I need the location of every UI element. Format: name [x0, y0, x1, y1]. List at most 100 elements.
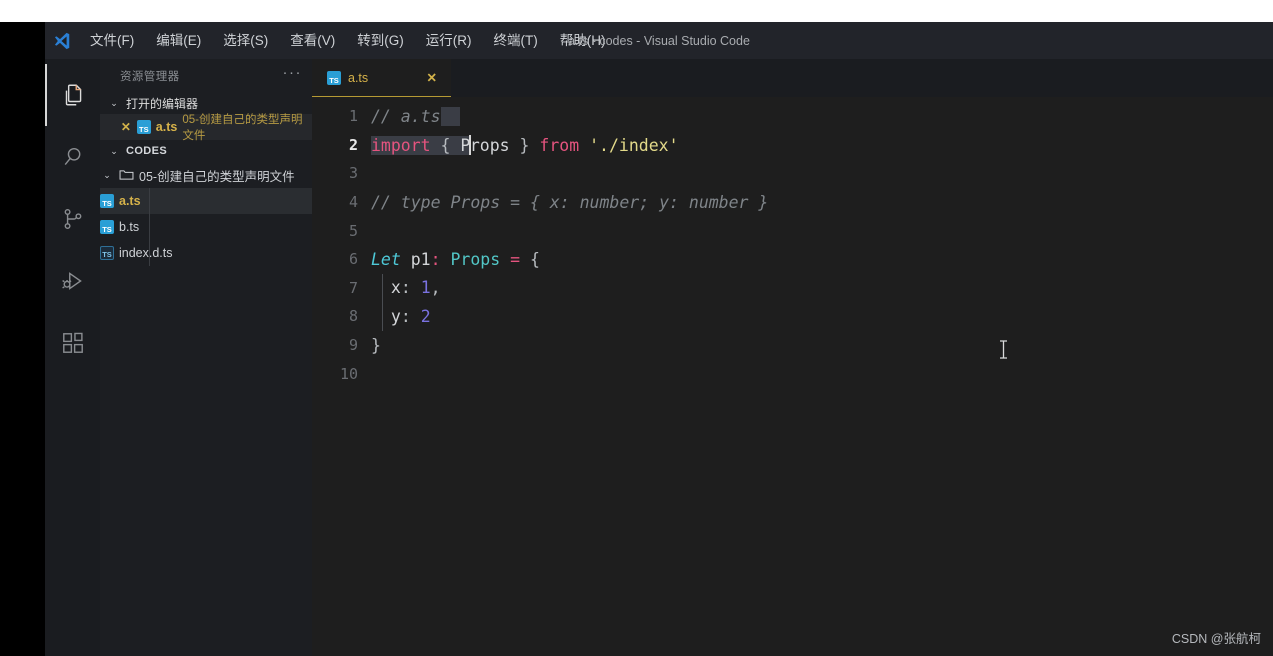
code-token: Props	[450, 249, 501, 269]
code-line[interactable]: 5	[312, 216, 1273, 245]
run-and-debug-icon	[60, 268, 86, 294]
tree-file-row-a-ts[interactable]: TS a.ts	[100, 188, 312, 214]
csdn-watermark: CSDN @张航柯	[1171, 632, 1261, 646]
code-line[interactable]: 3	[312, 159, 1273, 188]
tree-indent-guide	[149, 240, 150, 266]
code-line[interactable]: 7 x: 1,	[312, 273, 1273, 303]
tree-indent-guide	[149, 214, 150, 240]
editor-group: TS a.ts ✕ 1 // a.ts 2 import { Props } fro…	[312, 59, 1273, 656]
search-icon	[60, 144, 86, 170]
line-number: 4	[348, 193, 358, 212]
code-line[interactable]: 9}	[312, 331, 1273, 360]
line-content[interactable]: y: 2	[371, 307, 431, 326]
menu-bar[interactable]: 文件(F) 编辑(E) 选择(S) 查看(V) 转到(G) 运行(R) 终端(T…	[79, 30, 617, 52]
code-line[interactable]: 10	[312, 359, 1273, 388]
line-content[interactable]: // type Props = { x: number; y: number }	[371, 193, 768, 212]
code-token: =	[510, 249, 521, 269]
activity-item-search[interactable]	[45, 126, 100, 188]
activity-item-source-control[interactable]	[45, 188, 100, 250]
chevron-down-icon: ⌄	[103, 169, 111, 180]
code-lines[interactable]: 1 // a.ts 2 import { Props } from './index…	[312, 102, 1273, 388]
menu-selection[interactable]: 选择(S)	[212, 30, 279, 52]
workspace-label: CODES	[126, 145, 168, 157]
file-name: a.ts	[119, 194, 141, 208]
line-number: 10	[339, 364, 358, 383]
code-token: 1	[420, 278, 431, 298]
editor-tab-a-ts[interactable]: TS a.ts ✕	[312, 59, 451, 97]
line-content[interactable]: }	[371, 336, 381, 355]
code-token: // type Props = { x: number; y: number }	[371, 192, 769, 212]
folder-open-icon	[119, 169, 134, 181]
code-token: // a.ts	[371, 106, 441, 126]
tree-file-row-b-ts[interactable]: TS b.ts	[100, 214, 312, 240]
explorer-more-actions-icon[interactable]: ···	[283, 65, 303, 83]
line-number: 7	[348, 278, 358, 297]
menu-go[interactable]: 转到(G)	[346, 30, 415, 52]
activity-bar[interactable]	[45, 59, 100, 656]
line-number: 1	[348, 107, 358, 126]
code-editor[interactable]: 1 // a.ts 2 import { Props } from './index…	[312, 97, 1273, 656]
activity-item-explorer[interactable]	[45, 64, 100, 126]
code-line[interactable]: 1 // a.ts	[312, 102, 1273, 131]
code-token	[430, 135, 441, 155]
code-token	[450, 135, 461, 155]
open-editors-label: 打开的编辑器	[126, 96, 199, 111]
chevron-down-icon: ⌄	[110, 97, 118, 108]
line-number: 6	[348, 250, 358, 269]
title-bar: 文件(F) 编辑(E) 选择(S) 查看(V) 转到(G) 运行(R) 终端(T…	[45, 22, 1273, 59]
code-line[interactable]: 4 // type Props = { x: number; y: number …	[312, 188, 1273, 217]
code-line[interactable]: 2 import { Props } from './index'	[312, 131, 1273, 160]
code-token: Let	[371, 249, 401, 269]
code-line[interactable]: 6 Let p1: Props = {	[312, 245, 1273, 274]
open-editor-filename: a.ts	[155, 120, 178, 134]
line-number: 5	[348, 221, 358, 240]
tree-file-row-index-d-ts[interactable]: TS index.d.ts	[100, 240, 312, 266]
menu-file[interactable]: 文件(F)	[79, 30, 145, 52]
close-icon[interactable]: ✕	[120, 120, 132, 134]
activity-item-extensions[interactable]	[45, 312, 100, 374]
menu-run[interactable]: 运行(R)	[415, 30, 483, 52]
activity-item-run-and-debug[interactable]	[45, 250, 100, 312]
open-editor-item-a-ts[interactable]: ✕ TS a.ts 05-创建自己的类型声明文件	[100, 114, 312, 142]
menu-view[interactable]: 查看(V)	[279, 30, 346, 52]
tree-folder-row[interactable]: ⌄ 05-创建自己的类型声明文件	[100, 162, 312, 188]
line-number: 3	[348, 164, 358, 183]
menu-edit[interactable]: 编辑(E)	[145, 30, 212, 52]
line-content[interactable]: // a.ts	[371, 106, 461, 126]
desktop-left-strip	[0, 22, 45, 656]
typescript-file-icon: TS	[100, 194, 114, 208]
menu-help[interactable]: 帮助(H)	[549, 30, 617, 52]
explorer-header: 资源管理器 ···	[100, 59, 312, 92]
code-line[interactable]: 8 y: 2	[312, 302, 1273, 331]
typescript-file-icon: TS	[136, 120, 151, 134]
chevron-down-icon: ⌄	[110, 145, 118, 156]
screenshot-root: 文件(F) 编辑(E) 选择(S) 查看(V) 转到(G) 运行(R) 终端(T…	[0, 0, 1273, 656]
code-token: y	[390, 306, 401, 326]
code-token: './index'	[589, 135, 679, 155]
typescript-file-icon: TS	[100, 220, 114, 234]
line-number: 2	[348, 135, 358, 154]
code-token: :	[400, 278, 411, 298]
indent-guide	[382, 302, 383, 331]
close-icon[interactable]: ✕	[427, 70, 441, 85]
workspace-section-header[interactable]: ⌄ CODES	[100, 140, 312, 162]
code-token: x	[390, 278, 401, 298]
editor-tab-label: a.ts	[348, 70, 369, 85]
code-token: 2	[420, 306, 431, 326]
code-token: }	[371, 335, 381, 355]
line-content[interactable]: import { Props } from './index'	[371, 134, 679, 155]
explorer-title: 资源管理器	[120, 70, 180, 83]
editor-tabs-bar: TS a.ts ✕	[312, 59, 1273, 97]
file-name: b.ts	[119, 220, 140, 234]
workbench-body: 资源管理器 ··· ⌄ 打开的编辑器 ✕ TS a.ts 05-创建自己的类型声…	[45, 59, 1273, 656]
explorer-sidebar: 资源管理器 ··· ⌄ 打开的编辑器 ✕ TS a.ts 05-创建自己的类型声…	[100, 59, 312, 656]
line-content[interactable]: Let p1: Props = {	[371, 250, 540, 269]
code-token: :	[430, 249, 441, 269]
menu-terminal[interactable]: 终端(T)	[483, 30, 549, 52]
code-token: {	[440, 135, 451, 155]
indent-guide	[382, 273, 383, 303]
code-token: p1	[410, 249, 431, 269]
